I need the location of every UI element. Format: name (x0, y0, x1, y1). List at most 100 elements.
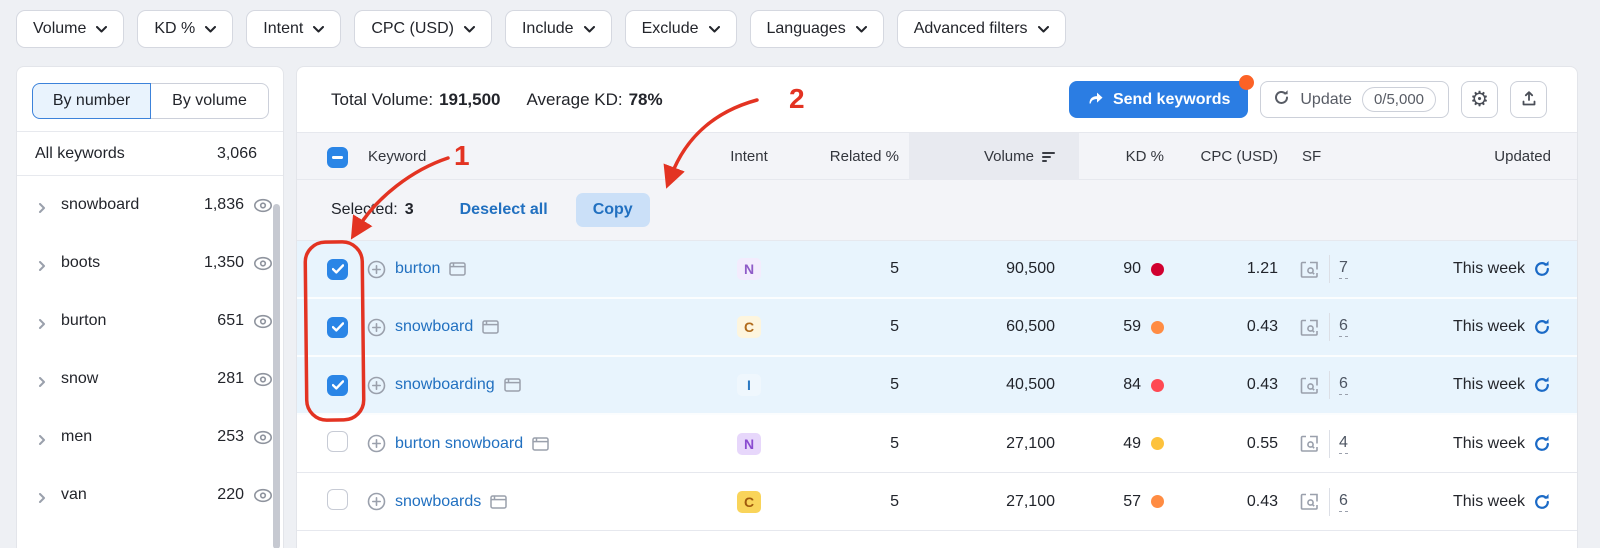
keyword-link[interactable]: burton snowboard (395, 435, 523, 453)
row-checkbox[interactable] (327, 317, 348, 338)
column-header-cpc[interactable]: CPC (USD) (1194, 148, 1294, 165)
divider (1329, 430, 1330, 458)
chevron-down-icon (205, 20, 216, 38)
export-button[interactable] (1510, 81, 1547, 118)
refresh-keyword-icon[interactable] (1533, 260, 1551, 278)
column-header-related[interactable]: Related % (789, 148, 909, 165)
kd-dot (1151, 263, 1164, 276)
update-button[interactable]: Update 0/5,000 (1260, 81, 1449, 118)
updated-value: This week (1453, 435, 1525, 453)
refresh-keyword-icon[interactable] (1533, 493, 1551, 511)
copy-button[interactable]: Copy (576, 193, 650, 227)
serp-preview-icon[interactable] (1300, 435, 1320, 452)
column-header-kd[interactable]: KD % (1079, 148, 1194, 165)
chevron-right-icon[interactable] (37, 258, 47, 268)
serp-window-icon[interactable] (504, 378, 521, 392)
deselect-all-link[interactable]: Deselect all (460, 201, 548, 219)
chevron-down-icon (96, 20, 107, 38)
serp-window-icon[interactable] (532, 437, 549, 451)
chevron-right-icon[interactable] (37, 316, 47, 326)
sidebar-scrollbar[interactable] (273, 204, 280, 548)
sf-count[interactable]: 6 (1339, 317, 1348, 337)
group-count: 220 (217, 486, 244, 504)
sidebar-group-snowboard[interactable]: snowboard1,836 (17, 176, 283, 234)
add-keyword-icon[interactable] (367, 318, 386, 337)
serp-window-icon[interactable] (449, 262, 466, 276)
serp-window-icon[interactable] (482, 320, 499, 334)
eye-icon[interactable] (253, 430, 273, 445)
row-checkbox[interactable] (327, 489, 348, 510)
column-header-updated[interactable]: Updated (1404, 148, 1551, 165)
filter-exclude[interactable]: Exclude (625, 10, 737, 48)
sf-count[interactable]: 4 (1339, 434, 1348, 454)
table-settings-button[interactable]: ⚙ (1461, 81, 1498, 118)
eye-icon[interactable] (253, 314, 273, 329)
sidebar-group-van[interactable]: van220 (17, 466, 283, 524)
update-quota: 0/5,000 (1362, 87, 1436, 112)
row-checkbox[interactable] (327, 431, 348, 452)
sf-count[interactable]: 7 (1339, 259, 1348, 279)
filter-label: Advanced filters (914, 20, 1028, 38)
intent-badge[interactable]: C (737, 491, 761, 513)
refresh-keyword-icon[interactable] (1533, 376, 1551, 394)
row-checkbox[interactable] (327, 375, 348, 396)
filter-kd-[interactable]: KD % (137, 10, 233, 48)
filter-volume[interactable]: Volume (16, 10, 124, 48)
filter-intent[interactable]: Intent (246, 10, 341, 48)
filter-cpc-usd-[interactable]: CPC (USD) (354, 10, 492, 48)
eye-icon[interactable] (253, 256, 273, 271)
sidebar-group-men[interactable]: men253 (17, 408, 283, 466)
keyword-link[interactable]: burton (395, 260, 440, 278)
filter-include[interactable]: Include (505, 10, 612, 48)
tab-by-number[interactable]: By number (32, 83, 151, 119)
column-header-volume[interactable]: Volume (909, 133, 1079, 180)
row-checkbox[interactable] (327, 259, 348, 280)
serp-window-icon[interactable] (490, 495, 507, 509)
serp-preview-icon[interactable] (1300, 493, 1320, 510)
filter-languages[interactable]: Languages (750, 10, 884, 48)
send-keywords-button[interactable]: Send keywords (1069, 81, 1248, 118)
column-header-sf[interactable]: SF (1294, 148, 1404, 165)
sidebar-group-burton[interactable]: burton651 (17, 292, 283, 350)
filter-advanced-filters[interactable]: Advanced filters (897, 10, 1066, 48)
column-header-intent[interactable]: Intent (709, 148, 789, 165)
keyword-link[interactable]: snowboards (395, 493, 481, 511)
intent-badge[interactable]: N (737, 258, 761, 280)
select-all-checkbox[interactable] (327, 147, 348, 168)
chevron-right-icon[interactable] (37, 432, 47, 442)
chevron-right-icon[interactable] (37, 374, 47, 384)
intent-badge[interactable]: N (737, 433, 761, 455)
intent-badge[interactable]: C (737, 316, 761, 338)
serp-preview-icon[interactable] (1300, 319, 1320, 336)
table-row: snowboardsC527,100570.436This week (297, 473, 1577, 531)
refresh-keyword-icon[interactable] (1533, 318, 1551, 336)
sidebar-group-boots[interactable]: boots1,350 (17, 234, 283, 292)
tab-by-volume[interactable]: By volume (151, 83, 269, 119)
sidebar-item-all-keywords[interactable]: All keywords 3,066 (17, 131, 283, 176)
divider (1329, 371, 1330, 399)
add-keyword-icon[interactable] (367, 376, 386, 395)
keyword-link[interactable]: snowboarding (395, 376, 495, 394)
column-header-keyword[interactable]: Keyword (359, 148, 709, 165)
keyword-link[interactable]: snowboard (395, 318, 473, 336)
eye-icon[interactable] (253, 372, 273, 387)
add-keyword-icon[interactable] (367, 434, 386, 453)
sidebar-group-snow[interactable]: snow281 (17, 350, 283, 408)
add-keyword-icon[interactable] (367, 260, 386, 279)
divider (1329, 488, 1330, 516)
sf-count[interactable]: 6 (1339, 375, 1348, 395)
eye-icon[interactable] (253, 488, 273, 503)
chevron-right-icon[interactable] (37, 200, 47, 210)
serp-preview-icon[interactable] (1300, 377, 1320, 394)
chevron-right-icon[interactable] (37, 490, 47, 500)
filter-label: Languages (767, 20, 846, 38)
sf-count[interactable]: 6 (1339, 492, 1348, 512)
eye-icon[interactable] (253, 198, 273, 213)
serp-preview-icon[interactable] (1300, 261, 1320, 278)
intent-badge[interactable]: I (737, 374, 761, 396)
add-keyword-icon[interactable] (367, 492, 386, 511)
table-body: burtonN590,500901.217This weeksnowboardC… (297, 241, 1577, 531)
kd-value: 59 (1123, 318, 1141, 336)
updated-value: This week (1453, 376, 1525, 394)
refresh-keyword-icon[interactable] (1533, 435, 1551, 453)
